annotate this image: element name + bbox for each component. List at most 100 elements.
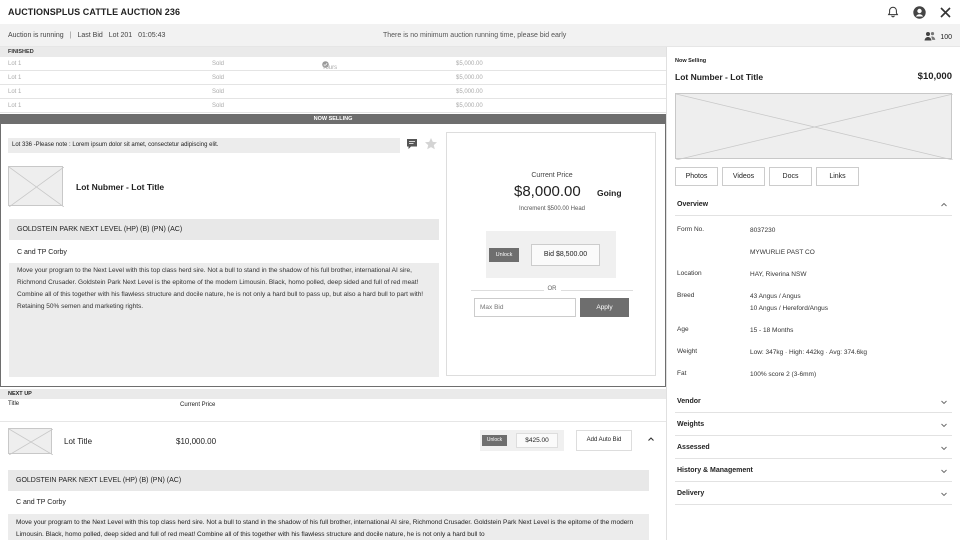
media-tabs: Photos Videos Docs Links xyxy=(675,167,859,186)
finished-lot: Lot 1 xyxy=(8,75,22,81)
chevron-down-icon xyxy=(940,444,948,452)
max-bid-input[interactable] xyxy=(474,298,576,317)
section-history[interactable]: History & Management xyxy=(675,459,952,482)
bid-button[interactable]: Bid $8,500.00 xyxy=(531,244,600,266)
finished-status: Sold xyxy=(212,75,225,81)
running-status: Auction is running xyxy=(8,32,64,39)
section-weights[interactable]: Weights xyxy=(675,413,952,436)
now-selling-bar: NOW SELLING xyxy=(0,114,666,124)
chevron-up-icon[interactable] xyxy=(646,434,656,444)
next-lot-price: $10,000.00 xyxy=(176,437,217,446)
apply-button[interactable]: Apply xyxy=(580,298,629,317)
finished-row[interactable]: Lot 1 Sold $5,000.00 xyxy=(0,99,666,113)
next-up-header: Title Current Price xyxy=(0,399,666,422)
side-lot-price: $10,000 xyxy=(917,71,952,82)
account-icon[interactable] xyxy=(912,5,926,19)
overview-key: Form No. xyxy=(677,226,705,233)
finished-price: $5,000.00 xyxy=(456,75,483,81)
overview-key: Location xyxy=(677,270,702,277)
chevron-down-icon xyxy=(940,467,948,475)
overview-value: Low: 347kg · High: 442kg · Avg: 374.6kg xyxy=(750,349,867,356)
section-assessed[interactable]: Assessed xyxy=(675,436,952,459)
section-vendor[interactable]: Vendor xyxy=(675,390,952,413)
status-bar: Auction is running | Last Bid Lot 201 01… xyxy=(0,24,960,47)
chevron-up-icon xyxy=(940,201,948,209)
bid-box: Unlock Bid $8,500.00 xyxy=(486,231,616,278)
close-icon[interactable] xyxy=(938,5,952,19)
now-selling-panel: Lot 336 -Please note : Lorem ipsum dolor… xyxy=(0,124,666,387)
current-price-label: Current Price xyxy=(531,172,573,179)
section-title: Vendor xyxy=(677,398,701,405)
finished-row[interactable]: Lot 1 Sold $5,000.00 xyxy=(0,71,666,85)
increment-info: Increment $500.00 Head xyxy=(518,206,586,212)
finished-price: $5,000.00 xyxy=(456,89,483,95)
next-up-row[interactable]: Lot Title $10,000.00 Unlock $425.00 Add … xyxy=(0,422,666,459)
finished-row[interactable]: Lot 1 Sold Yours $5,000.00 xyxy=(0,57,666,71)
finished-lot: Lot 1 xyxy=(8,103,22,109)
lot-thumbnail xyxy=(8,166,65,208)
add-auto-bid-button[interactable]: Add Auto Bid xyxy=(576,430,632,451)
next-lot-vendor: C and TP Corby xyxy=(16,499,66,506)
or-label: OR xyxy=(447,286,657,292)
side-now-selling-label: Now Selling xyxy=(675,58,707,64)
overview-key: Fat xyxy=(677,370,687,377)
tab-links[interactable]: Links xyxy=(816,167,859,186)
separator: | xyxy=(69,32,72,39)
col-current-price: Current Price xyxy=(180,402,216,408)
bell-icon[interactable] xyxy=(886,5,900,19)
finished-status: Sold xyxy=(212,61,225,67)
col-title: Title xyxy=(8,401,20,407)
overview-value: 43 Angus / Angus xyxy=(750,293,801,300)
unlock-button[interactable]: Unlock xyxy=(489,248,519,262)
app-title: AUCTIONSPLUS CATTLE AUCTION 236 xyxy=(8,7,181,17)
overview-header[interactable]: Overview xyxy=(675,193,952,216)
next-lot-description: Move your program to the Next Level with… xyxy=(8,514,649,540)
lot-note: Lot 336 -Please note : Lorem ipsum dolor… xyxy=(8,138,400,153)
auction-main: FINISHED Lot 1 Sold Yours $5,000.00 Lot … xyxy=(0,47,666,540)
overview-value: 8037230 xyxy=(750,227,776,234)
next-lot-title: Lot Title xyxy=(64,437,93,446)
finished-price: $5,000.00 xyxy=(456,103,483,109)
finished-row[interactable]: Lot 1 Sold $5,000.00 xyxy=(0,85,666,99)
next-lot-subtitle: GOLDSTEIN PARK NEXT LEVEL (HP) (B) (PN) … xyxy=(8,470,649,491)
section-title: Weights xyxy=(677,421,705,428)
section-title: History & Management xyxy=(677,467,753,474)
section-title: Assessed xyxy=(677,444,710,451)
overview-value-2: 10 Angus / Hereford/Angus xyxy=(750,305,829,312)
lot-image[interactable] xyxy=(675,93,954,161)
lot-subtitle: GOLDSTEIN PARK NEXT LEVEL (HP) (B) (PN) … xyxy=(9,219,439,240)
auction-notice: There is no minimum auction running time… xyxy=(383,32,567,39)
finished-lot: Lot 1 xyxy=(8,61,22,67)
tab-photos[interactable]: Photos xyxy=(675,167,718,186)
overview-value: 15 - 18 Months xyxy=(750,327,794,334)
side-lot-title: Lot Number - Lot Title xyxy=(675,72,764,82)
finished-status: Sold xyxy=(212,103,225,109)
chevron-down-icon xyxy=(940,421,948,429)
viewers-value: 100 xyxy=(940,33,952,41)
section-delivery[interactable]: Delivery xyxy=(675,482,952,505)
viewer-count: 100 xyxy=(924,31,952,43)
top-bar: AUCTIONSPLUS CATTLE AUCTION 236 xyxy=(0,0,960,24)
lot-vendor: C and TP Corby xyxy=(17,249,67,256)
message-icon[interactable] xyxy=(406,138,418,150)
overview-value: 100% score 2 (3-6mm) xyxy=(750,371,817,378)
finished-label: FINISHED xyxy=(0,47,666,57)
overview-value: HAY, Riverina NSW xyxy=(750,271,807,278)
next-unlock-button[interactable]: Unlock xyxy=(482,435,507,446)
last-bid-time: 01:05:43 xyxy=(138,32,166,39)
top-icons xyxy=(886,5,952,19)
bid-panel: Current Price $8,000.00 Going Increment … xyxy=(446,132,656,376)
tab-videos[interactable]: Videos xyxy=(722,167,765,186)
next-bid-amount[interactable]: $425.00 xyxy=(516,433,558,448)
auction-status: Auction is running | Last Bid Lot 201 01… xyxy=(8,32,165,39)
section-title: Delivery xyxy=(677,490,705,497)
chevron-down-icon xyxy=(940,398,948,406)
tab-docs[interactable]: Docs xyxy=(769,167,812,186)
next-bid-box: Unlock $425.00 xyxy=(480,430,564,451)
lot-details-panel: Now Selling Lot Number - Lot Title $10,0… xyxy=(666,47,960,540)
last-bid-value: Lot 201 xyxy=(108,32,133,39)
yours-badge: Yours xyxy=(322,61,337,71)
viewers-icon xyxy=(924,31,936,43)
star-icon[interactable] xyxy=(424,137,438,151)
finished-lot: Lot 1 xyxy=(8,89,22,95)
